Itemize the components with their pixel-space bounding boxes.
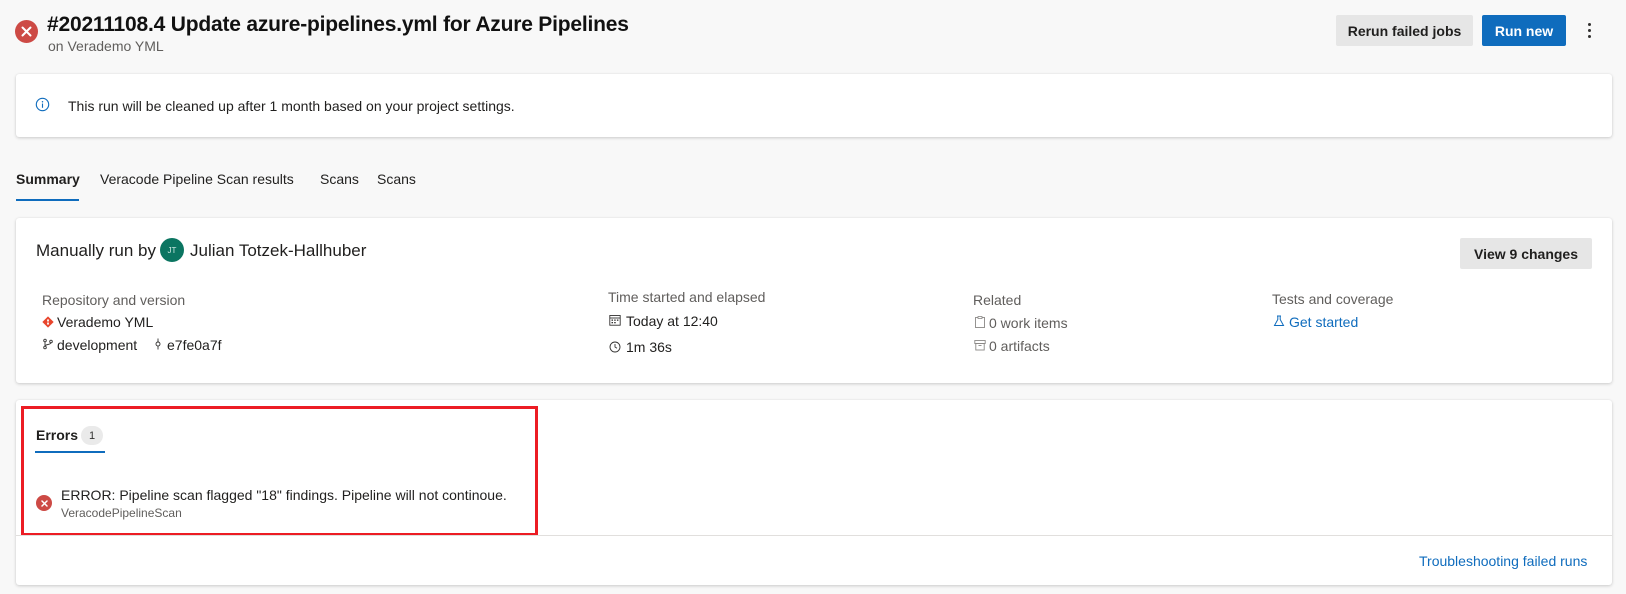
more-actions-icon[interactable]	[1583, 17, 1595, 43]
avatar[interactable]: JT	[160, 238, 184, 262]
clock-icon	[609, 341, 621, 353]
tests-get-started-link[interactable]: Get started	[1289, 314, 1358, 330]
error-source: VeracodePipelineScan	[61, 506, 182, 520]
manual-run-label: Manually run by	[36, 241, 157, 260]
page-title: #20211108.4 Update azure-pipelines.yml f…	[47, 13, 629, 36]
tests-label: Tests and coverage	[1272, 291, 1394, 307]
related-label: Related	[973, 292, 1022, 308]
rerun-failed-jobs-button[interactable]: Rerun failed jobs	[1336, 15, 1473, 46]
time-label: Time started and elapsed	[608, 289, 766, 305]
tab-scans-2[interactable]: Scans	[377, 171, 416, 187]
flask-icon	[1273, 315, 1285, 326]
branch-link[interactable]: development	[57, 337, 137, 353]
repository-link[interactable]: Verademo YML	[57, 314, 153, 330]
commit-link[interactable]: e7fe0a7f	[167, 337, 222, 353]
work-item-icon	[975, 316, 985, 328]
artifact-icon	[974, 340, 986, 351]
repository-label: Repository and version	[42, 292, 186, 308]
errors-count-badge: 1	[81, 426, 103, 445]
work-items-count: 0 work items	[989, 315, 1068, 331]
git-repo-icon	[42, 316, 54, 328]
retention-message: This run will be cleaned up after 1 mont…	[68, 98, 515, 114]
run-failed-icon	[15, 20, 38, 43]
run-by-user[interactable]: Julian Totzek-Hallhuber	[190, 241, 366, 261]
tab-summary[interactable]: Summary	[16, 171, 80, 187]
start-time: Today at 12:40	[626, 313, 718, 329]
tab-veracode-pipeline-scan-results[interactable]: Veracode Pipeline Scan results	[100, 171, 294, 187]
error-message[interactable]: ERROR: Pipeline scan flagged "18" findin…	[61, 487, 507, 503]
error-icon	[36, 495, 52, 511]
run-new-button[interactable]: Run new	[1482, 15, 1566, 46]
commit-icon	[155, 338, 161, 350]
errors-divider	[16, 535, 1612, 536]
artifacts-count: 0 artifacts	[989, 338, 1050, 354]
troubleshooting-link[interactable]: Troubleshooting failed runs	[1419, 553, 1587, 569]
view-changes-button[interactable]: View 9 changes	[1460, 238, 1592, 269]
tab-scans[interactable]: Scans	[320, 171, 359, 187]
active-tab-indicator	[16, 199, 79, 201]
pipeline-subtitle[interactable]: on Verademo YML	[48, 38, 164, 54]
info-icon	[35, 97, 50, 112]
errors-tab-indicator	[35, 451, 105, 453]
calendar-icon	[609, 315, 621, 326]
branch-icon	[43, 338, 53, 350]
elapsed-time: 1m 36s	[626, 339, 672, 355]
tab-errors[interactable]: Errors	[36, 427, 78, 443]
